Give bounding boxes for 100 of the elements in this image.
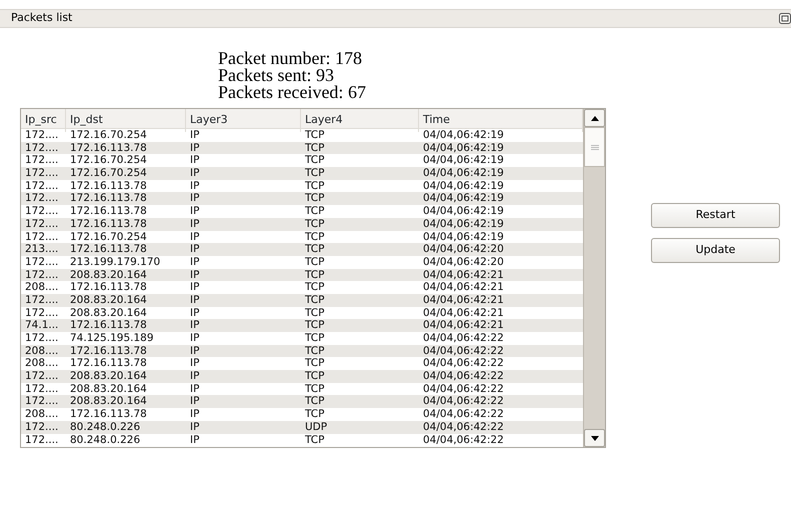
window-title: Packets list: [11, 10, 72, 26]
table-cell: 172....: [25, 332, 58, 344]
table-cell: 172....: [25, 218, 58, 230]
table-cell: 172.16.113.78: [70, 192, 147, 204]
table-cell: TCP: [305, 256, 324, 268]
table-cell: 04/04,06:42:22: [423, 420, 504, 433]
table-cell: 172....: [25, 370, 58, 382]
scroll-up-button[interactable]: [584, 109, 605, 127]
table-cell: 172.16.113.78: [70, 205, 147, 218]
table-cell: 04/04,06:42:21: [423, 268, 504, 281]
table-cell: 172.16.113.78: [70, 142, 147, 154]
column-header[interactable]: Ip_src: [21, 109, 66, 132]
table-cell: TCP: [305, 332, 324, 344]
table-cell: 172.16.113.78: [70, 344, 147, 357]
stat-line: Packets sent: 93: [218, 67, 335, 84]
table-cell: TCP: [305, 306, 324, 319]
table-cell: 04/04,06:42:21: [423, 294, 504, 306]
table-cell: IP: [190, 408, 200, 420]
table-cell: IP: [190, 319, 200, 332]
table-cell: TCP: [305, 268, 324, 281]
table-cell: 04/04,06:42:20: [423, 256, 504, 268]
table-cell: 04/04,06:42:19: [423, 218, 504, 230]
table-cell: 04/04,06:42:22: [423, 395, 504, 408]
table-cell: 172....: [25, 167, 58, 180]
table-cell: 213.199.179.170: [70, 256, 160, 268]
column-header[interactable]: Layer3: [186, 109, 301, 132]
action-button[interactable]: Restart: [651, 203, 780, 228]
table-cell: TCP: [305, 192, 324, 204]
table-cell: 172....: [25, 395, 58, 408]
table-cell: IP: [190, 243, 200, 256]
up-arrow-icon: [590, 116, 598, 120]
table-cell: IP: [190, 395, 200, 408]
table-cell: 208.83.20.164: [70, 294, 147, 306]
grip-icon: [590, 144, 598, 150]
table-cell: 208.83.20.164: [70, 306, 147, 319]
table-cell: IP: [190, 382, 200, 395]
action-button[interactable]: Update: [651, 238, 780, 263]
table-cell: 04/04,06:42:20: [423, 243, 504, 256]
table-cell: 172.16.70.254: [70, 129, 147, 141]
table-cell: 04/04,06:42:21: [423, 306, 504, 319]
table-cell: 172....: [25, 306, 58, 319]
table-cell: TCP: [305, 294, 324, 306]
stat-line: Packet number: 178: [218, 50, 363, 67]
table-cell: TCP: [305, 230, 324, 242]
table-cell: IP: [190, 218, 200, 230]
table-cell: TCP: [305, 243, 324, 256]
table-cell: TCP: [305, 205, 324, 218]
table-cell: TCP: [305, 142, 324, 154]
table-cell: IP: [190, 256, 200, 268]
table-cell: 208....: [25, 344, 58, 357]
table-cell: 172....: [25, 230, 58, 242]
table-cell: 74.125.195.189: [70, 332, 154, 344]
scrollbar-thumb[interactable]: [584, 127, 605, 167]
scroll-down-button[interactable]: [584, 429, 605, 447]
table-cell: 172....: [25, 420, 58, 433]
table-cell: 213....: [25, 243, 58, 256]
table-cell: 04/04,06:42:22: [423, 382, 504, 395]
table-cell: 172....: [25, 154, 58, 166]
table-cell: TCP: [305, 180, 324, 192]
table-cell: 04/04,06:42:19: [423, 142, 504, 154]
table-cell: 172.16.70.254: [70, 167, 147, 180]
down-arrow-icon: [590, 436, 598, 440]
table-cell: 172....: [25, 180, 58, 192]
table-cell: 172....: [25, 142, 58, 154]
table-cell: IP: [190, 434, 200, 446]
table-cell: TCP: [305, 434, 324, 446]
table-cell: IP: [190, 294, 200, 306]
table-cell: 172....: [25, 294, 58, 306]
table-cell: 172.16.113.78: [70, 357, 147, 370]
table-cell: 208.83.20.164: [70, 382, 147, 395]
table-cell: IP: [190, 154, 200, 166]
table-cell: 208....: [25, 357, 58, 370]
table-cell: TCP: [305, 129, 324, 141]
table-cell: TCP: [305, 357, 324, 370]
table-cell: TCP: [305, 167, 324, 180]
table-cell: 04/04,06:42:19: [423, 230, 504, 242]
table-cell: 04/04,06:42:21: [423, 281, 504, 294]
table-cell: 172....: [25, 268, 58, 281]
table-cell: TCP: [305, 319, 324, 332]
table-cell: IP: [190, 230, 200, 242]
table-cell: 172.16.113.78: [70, 281, 147, 294]
table-cell: 04/04,06:42:21: [423, 319, 504, 332]
table-cell: 172....: [25, 434, 58, 446]
table-cell: 74.1...: [25, 319, 58, 332]
table-cell: 04/04,06:42:22: [423, 344, 504, 357]
table-cell: TCP: [305, 370, 324, 382]
stat-line: Packets received: 67: [218, 84, 367, 101]
column-header[interactable]: Ip_dst: [66, 109, 186, 132]
table-cell: 80.248.0.226: [70, 420, 140, 433]
table-cell: IP: [190, 420, 200, 433]
table-cell: 04/04,06:42:22: [423, 408, 504, 420]
restore-icon[interactable]: [779, 13, 791, 24]
table-cell: 04/04,06:42:22: [423, 357, 504, 370]
column-header[interactable]: Layer4: [301, 109, 419, 132]
table-cell: TCP: [305, 344, 324, 357]
table-cell: IP: [190, 357, 200, 370]
table-cell: 172.16.70.254: [70, 154, 147, 166]
table-cell: IP: [190, 129, 200, 141]
table-cell: 04/04,06:42:19: [423, 205, 504, 218]
table-cell: IP: [190, 167, 200, 180]
